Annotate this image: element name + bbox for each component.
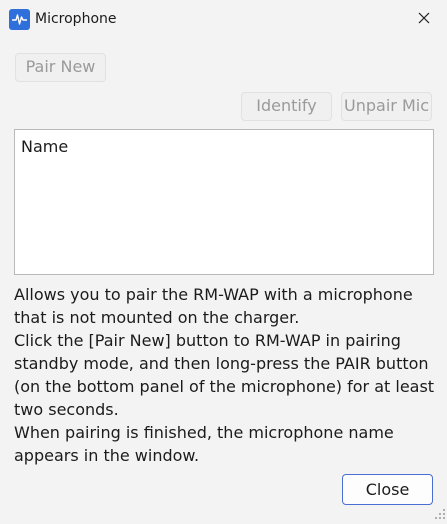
description-line: two seconds. (14, 400, 119, 419)
title-bar: Microphone (0, 0, 447, 38)
window-title: Microphone (35, 11, 117, 27)
description-text: Allows you to pair the RM-WAP with a mic… (14, 283, 439, 467)
description-line: Click the [Pair New] button to RM-WAP in… (14, 331, 401, 350)
microphone-app-icon (9, 9, 30, 30)
description-line: standby mode, and then long-press the PA… (14, 354, 429, 373)
close-icon (418, 12, 430, 24)
close-window-button[interactable] (406, 4, 442, 34)
microphone-list[interactable]: Name (14, 129, 434, 275)
unpair-mic-button[interactable]: Unpair Mic (341, 92, 432, 121)
microphone-dialog: Microphone Pair New Identify Unpair Mic … (0, 0, 447, 519)
close-button[interactable]: Close (342, 474, 433, 505)
description-line: (on the bottom panel of the microphone) … (14, 377, 435, 396)
resize-grip-icon[interactable] (434, 505, 446, 519)
description-line: Allows you to pair the RM-WAP with a mic… (14, 285, 413, 304)
name-column-header: Name (21, 137, 69, 156)
pair-new-button[interactable]: Pair New (15, 53, 106, 82)
description-line: that is not mounted on the charger. (14, 308, 300, 327)
description-line: appears in the window. (14, 446, 200, 465)
identify-button[interactable]: Identify (241, 92, 332, 121)
description-line: When pairing is finished, the microphone… (14, 423, 394, 442)
